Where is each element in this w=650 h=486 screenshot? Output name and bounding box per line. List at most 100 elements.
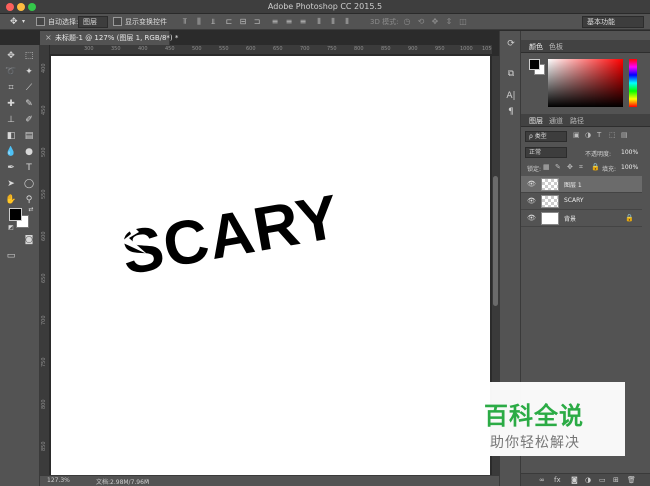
layer-row[interactable]: 👁 图层 1: [521, 176, 642, 193]
magic-wand-tool-icon[interactable]: ✦: [22, 65, 36, 79]
crop-tool-icon[interactable]: ⌗: [4, 81, 18, 95]
lock-position-icon[interactable]: ✥: [567, 163, 573, 171]
status-menu-icon[interactable]: ›: [146, 477, 148, 484]
panel-foreground-swatch[interactable]: [529, 59, 540, 70]
color-spectrum[interactable]: [548, 59, 623, 107]
vertical-ruler[interactable]: 400 450 500 550 600 650 700 750 800 850: [40, 45, 50, 475]
gradient-tool-icon[interactable]: ▤: [22, 129, 36, 143]
lock-all-icon[interactable]: 🔒: [591, 163, 600, 171]
move-tool-icon[interactable]: ✥: [4, 49, 18, 63]
new-layer-icon[interactable]: ⊞: [613, 476, 619, 484]
auto-select-dropdown[interactable]: 图层: [78, 16, 108, 28]
pen-tool-icon[interactable]: ✒: [4, 161, 18, 175]
align-bottom-icon[interactable]: ⫫: [208, 17, 218, 26]
eyedropper-tool-icon[interactable]: ⟋: [22, 81, 36, 95]
clone-stamp-tool-icon[interactable]: ⊥: [4, 113, 18, 127]
align-hcenter-icon[interactable]: ⊟: [238, 17, 248, 26]
auto-align-icon[interactable]: ⦀: [342, 17, 352, 26]
opacity-value[interactable]: 100%: [621, 149, 638, 156]
auto-select-checkbox[interactable]: [36, 17, 45, 26]
distribute-top-icon[interactable]: ≡: [270, 17, 280, 26]
trash-icon[interactable]: 🗑: [627, 476, 636, 484]
eye-icon[interactable]: 👁: [527, 214, 536, 222]
lasso-tool-icon[interactable]: ➰: [4, 65, 18, 79]
filter-smart-object-icon[interactable]: ▤: [621, 131, 628, 139]
adjustment-icon[interactable]: ◑: [585, 476, 591, 484]
layer-row[interactable]: 👁 SCARY: [521, 193, 642, 210]
history-brush-tool-icon[interactable]: ✐: [22, 113, 36, 127]
paragraph-panel-icon[interactable]: ¶: [504, 105, 518, 119]
lock-transparent-icon[interactable]: ▦: [543, 163, 550, 171]
filter-type-icon[interactable]: T: [597, 131, 601, 139]
filter-adjustment-icon[interactable]: ◑: [585, 131, 591, 139]
layer-filter-dropdown[interactable]: ρ 类型: [525, 131, 567, 142]
filter-shape-icon[interactable]: ⬚: [609, 131, 616, 139]
3d-roll-icon[interactable]: ⟲: [416, 17, 426, 26]
dodge-tool-icon[interactable]: ●: [22, 145, 36, 159]
tab-color[interactable]: 颜色: [529, 42, 543, 52]
tab-swatches[interactable]: 色板: [549, 42, 563, 52]
3d-rotate-icon[interactable]: ◷: [402, 17, 412, 26]
ellipse-tool-icon[interactable]: ◯: [22, 177, 36, 191]
history-panel-icon[interactable]: ⟳: [504, 37, 518, 51]
quick-mask-icon[interactable]: ◙: [22, 233, 36, 247]
distribute-vcenter-icon[interactable]: ≡: [284, 17, 294, 26]
document-tab[interactable]: × 未标题-1 @ 127% (图层 1, RGB/8*) *: [40, 31, 178, 45]
close-tab-icon[interactable]: ×: [45, 33, 52, 42]
swap-colors-icon[interactable]: ⇄: [24, 203, 38, 217]
scary-text-layer[interactable]: SCARY: [116, 182, 344, 288]
eye-icon[interactable]: 👁: [527, 180, 536, 188]
3d-pan-icon[interactable]: ✥: [430, 17, 440, 26]
ruler-tick: 350: [111, 46, 121, 52]
tab-channels[interactable]: 通道: [549, 116, 563, 126]
horizontal-ruler[interactable]: 300 350 400 450 500 550 600 650 700 750 …: [40, 45, 492, 55]
align-left-icon[interactable]: ⊏: [224, 17, 234, 26]
distribute-left-icon[interactable]: ⦀: [314, 17, 324, 26]
character-panel-icon[interactable]: A|: [504, 89, 518, 103]
show-transform-checkbox[interactable]: [113, 17, 122, 26]
document-canvas[interactable]: SCARY: [51, 56, 490, 475]
tool-preset-chevron-icon[interactable]: ▾: [22, 16, 25, 28]
move-tool-icon[interactable]: ✥: [10, 16, 18, 28]
fill-value[interactable]: 100%: [621, 164, 638, 171]
hue-slider[interactable]: [629, 59, 637, 107]
marquee-tool-icon[interactable]: ⬚: [22, 49, 36, 63]
3d-slide-icon[interactable]: ⇕: [444, 17, 454, 26]
screen-mode-icon[interactable]: ▭: [4, 249, 18, 263]
group-icon[interactable]: ▭: [599, 476, 606, 484]
tools-panel: ✥ ⬚ ➰ ✦ ⌗ ⟋ ✚ ✎ ⊥ ✐ ◧ ▤ 💧 ● ✒ T ➤ ◯ ✋ ⚲ …: [0, 45, 40, 486]
3d-scale-icon[interactable]: ◫: [458, 17, 468, 26]
filter-pixel-icon[interactable]: ▣: [573, 131, 580, 139]
fx-icon[interactable]: fx: [554, 476, 561, 484]
distribute-hcenter-icon[interactable]: ⦀: [328, 17, 338, 26]
distribute-bottom-icon[interactable]: ≡: [298, 17, 308, 26]
vertical-scroll-thumb[interactable]: [493, 176, 498, 306]
blur-tool-icon[interactable]: 💧: [4, 145, 18, 159]
lock-artboard-icon[interactable]: ⌗: [579, 163, 583, 172]
lock-pixels-icon[interactable]: ✎: [555, 163, 561, 171]
workspace-dropdown[interactable]: 基本功能: [582, 16, 644, 28]
blend-mode-dropdown[interactable]: 正常: [525, 147, 567, 158]
type-tool-icon[interactable]: T: [22, 161, 36, 175]
path-selection-tool-icon[interactable]: ➤: [4, 177, 18, 191]
align-vcenter-icon[interactable]: ⫼: [194, 17, 204, 26]
link-icon[interactable]: ∞: [539, 476, 545, 484]
eye-icon[interactable]: 👁: [527, 197, 536, 205]
tab-paths[interactable]: 路径: [570, 116, 584, 126]
zoom-level[interactable]: 127.3%: [47, 477, 70, 484]
layer-row[interactable]: 👁 背景 🔒: [521, 210, 642, 227]
healing-brush-tool-icon[interactable]: ✚: [4, 97, 18, 111]
eraser-tool-icon[interactable]: ◧: [4, 129, 18, 143]
properties-panel-icon[interactable]: ⧉: [504, 67, 518, 81]
tab-layers[interactable]: 图层: [529, 116, 543, 126]
default-colors-icon[interactable]: ◩: [4, 221, 18, 235]
align-top-icon[interactable]: ⫪: [180, 17, 190, 26]
ruler-tick: 650: [41, 273, 47, 283]
foreground-color-swatch[interactable]: [9, 208, 22, 221]
mask-icon[interactable]: ◙: [571, 476, 578, 484]
document-size: 文档:2.98M/7.96M: [96, 479, 150, 486]
align-right-icon[interactable]: ⊐: [252, 17, 262, 26]
layer-thumbnail: [541, 195, 559, 208]
canvas-area[interactable]: SCARY: [51, 56, 492, 475]
brush-tool-icon[interactable]: ✎: [22, 97, 36, 111]
